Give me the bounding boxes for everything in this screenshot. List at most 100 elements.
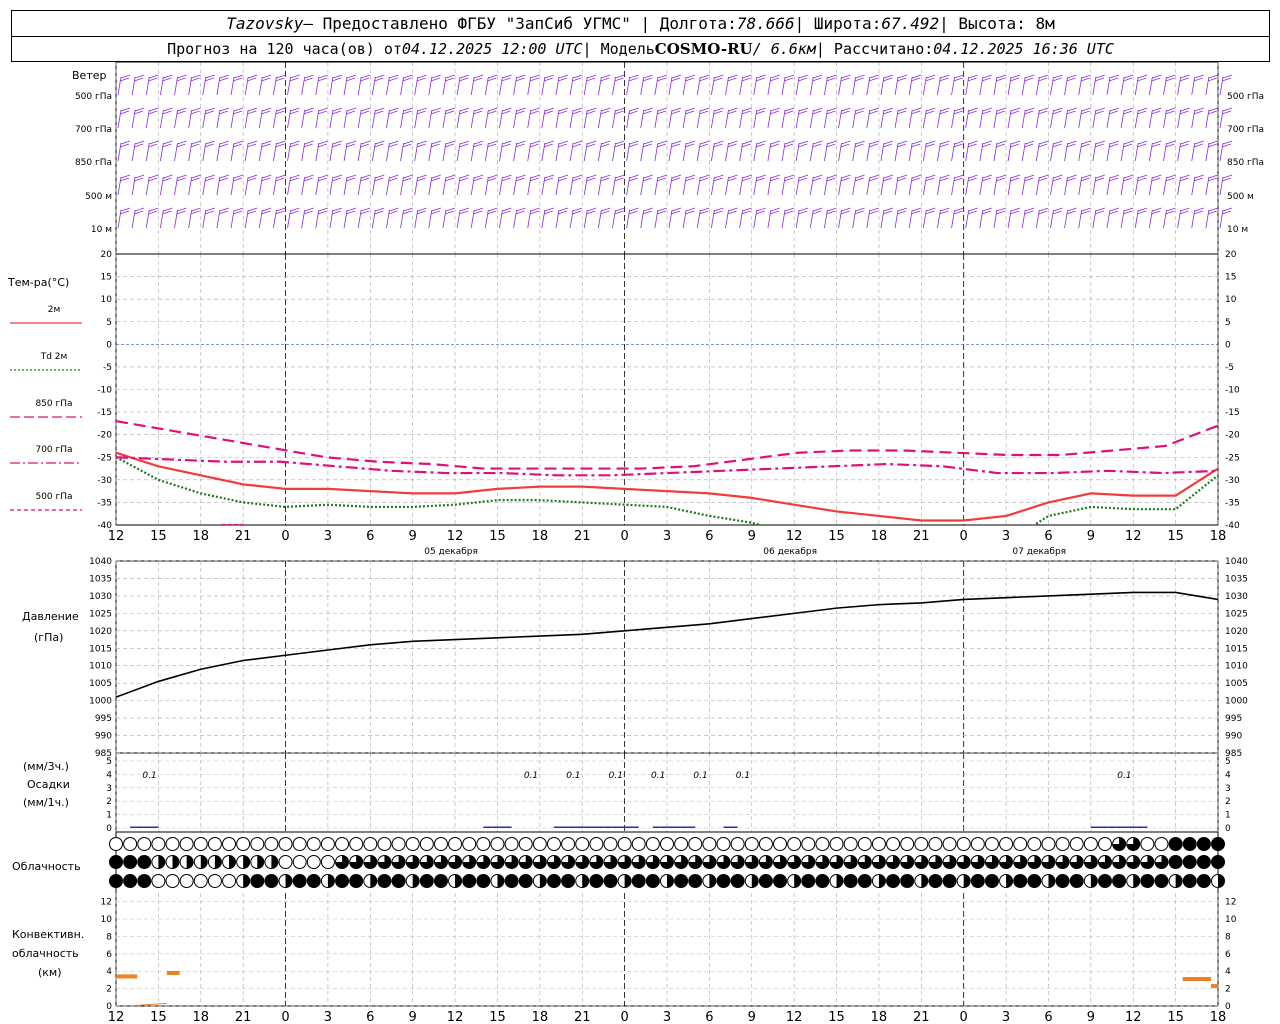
pressure-unit: (гПа) xyxy=(34,631,63,644)
precip-title: Осадки xyxy=(27,778,70,791)
wind-barb xyxy=(484,174,498,196)
cloud-cover-symbol xyxy=(801,837,816,851)
precip-value-label: 0.1 xyxy=(609,771,623,781)
wind-barb xyxy=(442,174,456,196)
wind-barb xyxy=(258,74,272,96)
time-tick-label: 3 xyxy=(663,529,671,544)
temp-legend-label: 2м xyxy=(48,305,61,315)
wind-barb xyxy=(1064,174,1077,196)
conv-ytick-right: 0 xyxy=(1225,1002,1231,1012)
wind-barb xyxy=(866,207,879,229)
wind-barb xyxy=(174,107,187,129)
wind-barb xyxy=(484,140,498,162)
wind-barb xyxy=(682,174,696,196)
temp-ytick: -30 xyxy=(97,476,112,486)
cloud-cover-fill xyxy=(137,874,151,888)
wind-barb xyxy=(499,174,512,196)
wind-barb xyxy=(400,107,413,129)
cloud-cover-symbol xyxy=(222,837,237,851)
wind-barb xyxy=(513,74,526,96)
cloud-cover-fill xyxy=(370,874,377,888)
wind-barb xyxy=(922,207,936,229)
wind-barb xyxy=(583,107,597,129)
cloud-cover-symbol xyxy=(603,837,618,851)
wind-barb xyxy=(1134,140,1148,162)
wind-barb xyxy=(668,140,682,162)
time-tick-label: 15 xyxy=(828,529,845,544)
cloud-cover-fill xyxy=(1183,837,1197,851)
cloud-cover-fill xyxy=(158,855,165,869)
time-tick-label-bottom: 12 xyxy=(786,1010,803,1024)
temp-legend-label: 700 гПа xyxy=(35,445,72,455)
pressure-ytick: 995 xyxy=(95,714,112,724)
cloud-cover-symbol xyxy=(193,874,208,888)
wind-barb xyxy=(216,140,230,162)
wind-barb xyxy=(216,174,230,196)
time-tick-label-bottom: 0 xyxy=(281,1010,289,1024)
time-tick-label: 15 xyxy=(1167,529,1184,544)
wind-barb xyxy=(244,174,258,196)
time-tick-label-bottom: 6 xyxy=(705,1010,713,1024)
wind-barb xyxy=(131,140,145,162)
wind-barb xyxy=(682,107,696,129)
wind-barb xyxy=(696,107,710,129)
cloud-cover-fill xyxy=(561,874,575,888)
wind-barb xyxy=(230,107,244,129)
wind-barb xyxy=(117,74,131,96)
wind-barb xyxy=(301,74,314,96)
wind-barb xyxy=(626,174,639,196)
temp-ytick: 0 xyxy=(106,340,112,350)
wind-barb xyxy=(1148,107,1162,129)
cloud-cover-fill xyxy=(1169,837,1183,851)
temp-ytick-right: -10 xyxy=(1225,386,1240,396)
wind-barb xyxy=(951,107,964,129)
precip-value-label: 0.1 xyxy=(736,771,750,781)
cloud-cover-symbol xyxy=(617,837,632,851)
conv-ytick-right: 6 xyxy=(1225,950,1231,960)
cloud-cover-fill xyxy=(717,874,731,888)
precip-value-label: 0.1 xyxy=(566,771,580,781)
wind-barb xyxy=(852,174,865,196)
wind-barb xyxy=(1050,140,1063,162)
cloud-cover-symbol xyxy=(151,837,166,851)
cloud-cover-fill xyxy=(1006,874,1013,888)
wind-barb xyxy=(159,107,173,129)
conv-ytick: 12 xyxy=(101,898,112,908)
cloud-cover-symbol xyxy=(335,837,350,851)
wind-barb xyxy=(1078,174,1091,196)
wind-barbs xyxy=(117,74,1233,229)
temp-ytick-right: -40 xyxy=(1225,521,1240,531)
cloud-cover-symbol xyxy=(1013,837,1028,851)
cloud-cover-fill xyxy=(1169,855,1183,869)
wind-barb xyxy=(442,107,456,129)
wind-barb xyxy=(965,174,978,196)
cloud-cover-fill xyxy=(243,855,250,869)
cloud-cover-fill xyxy=(589,874,603,888)
wind-barb xyxy=(428,140,441,162)
wind-barb xyxy=(343,207,357,229)
wind-barb xyxy=(809,174,823,196)
wind-barb xyxy=(583,74,597,96)
time-tick-label: 18 xyxy=(871,529,888,544)
wind-barb xyxy=(414,174,427,196)
wind-barb xyxy=(725,107,738,129)
wind-barb xyxy=(541,107,554,129)
cloud-cover-fill xyxy=(815,874,829,888)
wind-barb xyxy=(640,174,653,196)
cloud-cover-symbol xyxy=(419,837,434,851)
cloud-cover-fill xyxy=(674,874,688,888)
wind-barb xyxy=(428,107,441,129)
wind-barb xyxy=(569,140,583,162)
wind-level-label: 10 м xyxy=(91,225,112,235)
cloud-cover-symbol xyxy=(504,837,519,851)
cloud-cover-fill xyxy=(1070,874,1084,888)
cloud-cover-fill xyxy=(667,874,674,888)
wind-barb xyxy=(1191,207,1204,229)
wind-barb xyxy=(470,140,484,162)
time-tick-label: 0 xyxy=(281,529,289,544)
cloud-cover-fill xyxy=(582,874,589,888)
wind-barb xyxy=(131,74,145,96)
cloud-cover-fill xyxy=(109,874,123,888)
wind-barb xyxy=(555,74,569,96)
wind-barb xyxy=(866,174,879,196)
